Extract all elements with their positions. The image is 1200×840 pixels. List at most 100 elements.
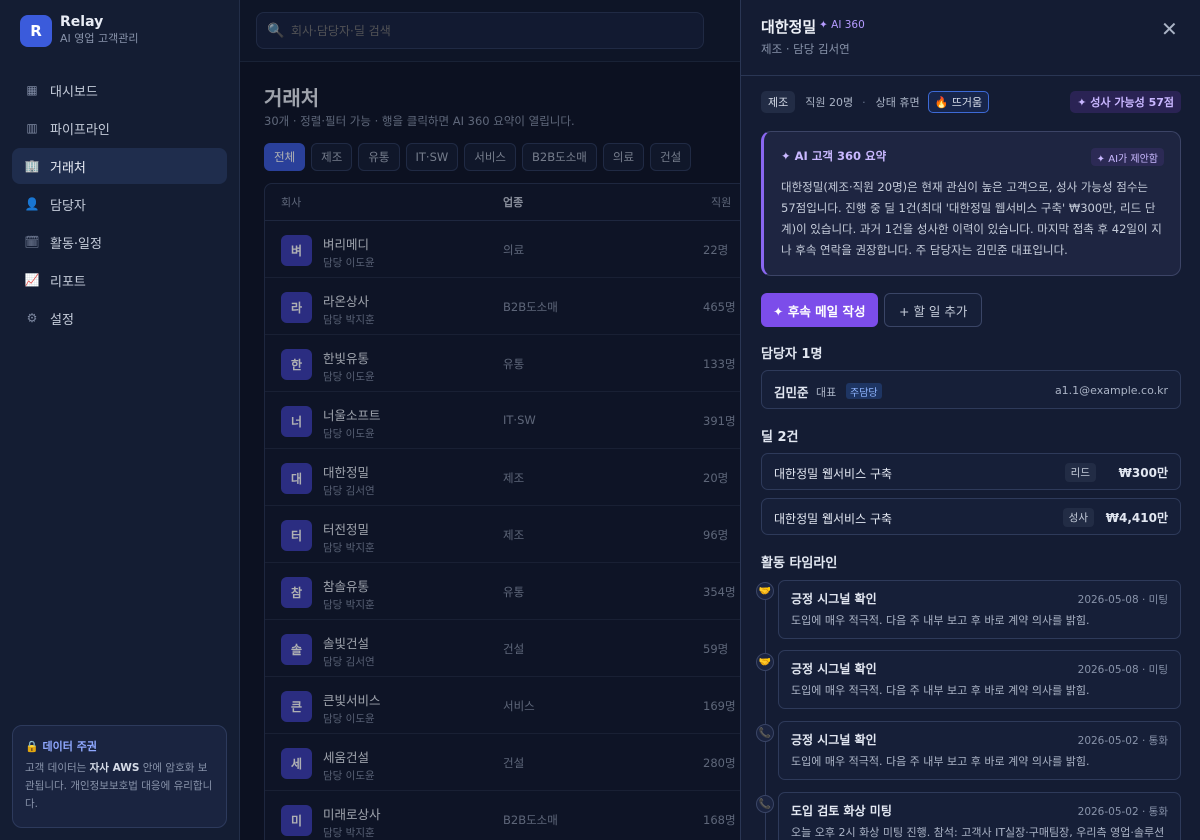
table-row[interactable]: 큰 큰빛서비스 담당 이도윤 서비스 169명 [265, 677, 783, 734]
search-input[interactable] [291, 23, 691, 38]
table-row[interactable]: 대 대한정밀 담당 김서연 제조 20명 [265, 449, 783, 506]
table-row[interactable]: 터 터전정밀 담당 박지훈 제조 96명 [265, 506, 783, 563]
write-followup-email-button[interactable]: ✦ 후속 메일 작성 [761, 293, 878, 327]
company-staff: 96명 [703, 528, 729, 542]
company-avatar: 솔 [281, 634, 312, 665]
company-industry: B2B도소매 [503, 813, 558, 827]
company-industry: 건설 [503, 642, 525, 656]
timeline-body: 도입에 매우 적극적. 다음 주 내부 보고 후 바로 계약 의사를 밝힘. [791, 684, 1090, 697]
company-industry: 건설 [503, 756, 525, 770]
sidebar-item-label: 리포트 [50, 274, 86, 290]
company-name: 대한정밀 [323, 465, 370, 480]
filter-chip-distribution[interactable]: 유통 [358, 143, 400, 171]
deal-name: 대한정밀 웹서비스 구축 [774, 512, 893, 526]
deal-card[interactable]: 대한정밀 웹서비스 구축 성사 ₩4,410만 [761, 498, 1181, 535]
table-row[interactable]: 세 세움건설 담당 이도윤 건설 280명 [265, 734, 783, 791]
company-avatar: 참 [281, 577, 312, 608]
company-owner: 담당 김서연 [323, 485, 375, 497]
sidebar-item-activities[interactable]: 🗓 활동·일정 [12, 224, 227, 260]
timeline-meta: 2026-05-02 · 통화 [1077, 735, 1168, 747]
table-body: 벼 벼리메디 담당 이도윤 의료 22명 라 라온상사 담당 박지훈 B2B도소매 465명 한 한빛… [265, 221, 783, 840]
search-icon: 🔍 [267, 22, 285, 39]
sidebar-item-reports[interactable]: 📈 리포트 [12, 262, 227, 298]
timeline-item[interactable]: 긍정 시그널 확인 2026-05-02 · 통화 도입에 매우 적극적. 다음… [778, 721, 1181, 780]
company-staff: 465명 [703, 300, 736, 314]
ai-summary-card: ✦ AI 고객 360 요약 ✦ AI가 제안함 대한정밀(제조·직원 20명)… [761, 131, 1181, 276]
company-staff: 280명 [703, 756, 736, 770]
filter-chip-b2b[interactable]: B2B도소매 [522, 143, 597, 171]
contact-card[interactable]: 김민준 대표 주담당 a1.1@example.co.kr [761, 370, 1181, 409]
sidebar-item-contacts[interactable]: 👤 담당자 [12, 186, 227, 222]
industry-tag: 제조 [761, 91, 796, 113]
filter-chip-manufacturing[interactable]: 제조 [311, 143, 353, 171]
company-staff: 133명 [703, 357, 736, 371]
filter-chip-it-sw[interactable]: IT·SW [405, 143, 459, 171]
account-status: 상태 휴면 [875, 96, 920, 109]
column-header-company[interactable]: 회사 [281, 194, 301, 210]
drawer-title: 대한정밀 [761, 18, 817, 36]
column-header-staff[interactable]: 직원 [711, 194, 731, 210]
timeline-section-title: 활동 타임라인 [761, 556, 838, 571]
company-staff: 169명 [703, 699, 736, 713]
company-name: 큰빛서비스 [323, 693, 381, 708]
accounts-table: 회사 업종 직원 벼 벼리메디 담당 이도윤 의료 22명 라 라온상사 담당 박지훈 B2B도… [264, 183, 784, 840]
company-staff: 168명 [703, 813, 736, 827]
filter-chip-medical[interactable]: 의료 [602, 143, 645, 171]
deal-card[interactable]: 대한정밀 웹서비스 구축 리드 ₩300만 [761, 453, 1181, 490]
contact-email[interactable]: a1.1@example.co.kr [1055, 384, 1168, 397]
table-row[interactable]: 한 한빛유통 담당 이도윤 유통 133명 [265, 335, 783, 392]
company-owner: 담당 박지훈 [323, 827, 375, 839]
close-icon[interactable]: ✕ [1161, 19, 1178, 39]
deal-stage-badge: 리드 [1064, 463, 1096, 482]
brand[interactable]: R Relay AI 영업 고객관리 [20, 14, 138, 47]
company-staff: 354명 [703, 585, 736, 599]
sidebar-item-accounts[interactable]: 🏢 거래처 [12, 148, 227, 184]
company-industry: 의료 [503, 243, 525, 257]
company-name: 참솔유통 [323, 579, 370, 594]
drawer-header: 대한정밀 ✦ AI 360 제조 · 담당 김서연 ✕ [741, 0, 1200, 76]
timeline-item[interactable]: 도입 검토 화상 미팅 2026-05-02 · 통화 오늘 오후 2시 화상 … [778, 792, 1181, 840]
table-row[interactable]: 너 너울소프트 담당 이도윤 IT·SW 391명 [265, 392, 783, 449]
table-row[interactable]: 미 미래로상사 담당 박지훈 B2B도소매 168명 [265, 791, 783, 840]
sidebar-item-label: 거래처 [50, 160, 86, 176]
company-name: 미래로상사 [323, 807, 381, 822]
company-owner: 담당 박지훈 [323, 542, 375, 554]
company-avatar: 세 [281, 748, 312, 779]
ai-suggested-badge: ✦ AI가 제안함 [1090, 148, 1164, 166]
phone-icon: 📞 [756, 724, 774, 742]
filter-chip-construction[interactable]: 건설 [650, 143, 692, 171]
primary-contact-badge: 주담당 [846, 383, 882, 399]
sidebar-item-label: 활동·일정 [50, 236, 102, 252]
contact-name: 김민준 [774, 385, 809, 400]
industry-filter: 전체 제조 유통 IT·SW 서비스 B2B도소매 의료 건설 [264, 143, 697, 171]
sidebar-item-dashboard[interactable]: ▦ 대시보드 [12, 72, 227, 108]
deal-amount: ₩300만 [1118, 466, 1168, 480]
table-row[interactable]: 솔 솔빛건설 담당 김서연 건설 59명 [265, 620, 783, 677]
company-industry: 서비스 [503, 699, 535, 713]
person-icon: 👤 [24, 197, 40, 211]
table-row[interactable]: 참 참솔유통 담당 박지훈 유통 354명 [265, 563, 783, 620]
add-task-button[interactable]: + 할 일 추가 [884, 293, 983, 327]
staff-count: 직원 20명 [805, 96, 854, 109]
deal-name: 대한정밀 웹서비스 구축 [774, 467, 893, 481]
table-row[interactable]: 라 라온상사 담당 박지훈 B2B도소매 465명 [265, 278, 783, 335]
search-box[interactable]: 🔍 [256, 12, 704, 49]
timeline-item[interactable]: 긍정 시그널 확인 2026-05-08 · 미팅 도입에 매우 적극적. 다음… [778, 650, 1181, 709]
calendar-icon: 🗓 [24, 235, 40, 249]
company-owner: 담당 이도윤 [323, 713, 375, 725]
column-header-industry[interactable]: 업종 [503, 194, 523, 210]
sidebar-nav: ▦ 대시보드 ▥ 파이프라인 🏢 거래처 👤 담당자 🗓 활동·일정 📈 리포트… [12, 72, 227, 338]
sidebar-item-pipeline[interactable]: ▥ 파이프라인 [12, 110, 227, 146]
company-staff: 22명 [703, 243, 729, 257]
filter-chip-all[interactable]: 전체 [264, 143, 306, 171]
company-avatar: 너 [281, 406, 312, 437]
table-row[interactable]: 벼 벼리메디 담당 이도윤 의료 22명 [265, 221, 783, 278]
company-name: 한빛유통 [323, 351, 370, 366]
sidebar-item-settings[interactable]: ⚙ 설정 [12, 300, 227, 336]
timeline-item[interactable]: 긍정 시그널 확인 2026-05-08 · 미팅 도입에 매우 적극적. 다음… [778, 580, 1181, 639]
company-name: 터전정밀 [323, 522, 370, 537]
hot-badge: 🔥 뜨거움 [927, 91, 990, 113]
account-meta: 제조 직원 20명 · 상태 휴면 🔥 뜨거움 ✦ 성사 가능성 57점 [761, 91, 1181, 113]
data-sovereignty-card: 🔒 데이터 주권 고객 데이터는 자사 AWS 안에 암호화 보관됩니다. 개인… [12, 725, 227, 828]
filter-chip-service[interactable]: 서비스 [464, 143, 517, 171]
